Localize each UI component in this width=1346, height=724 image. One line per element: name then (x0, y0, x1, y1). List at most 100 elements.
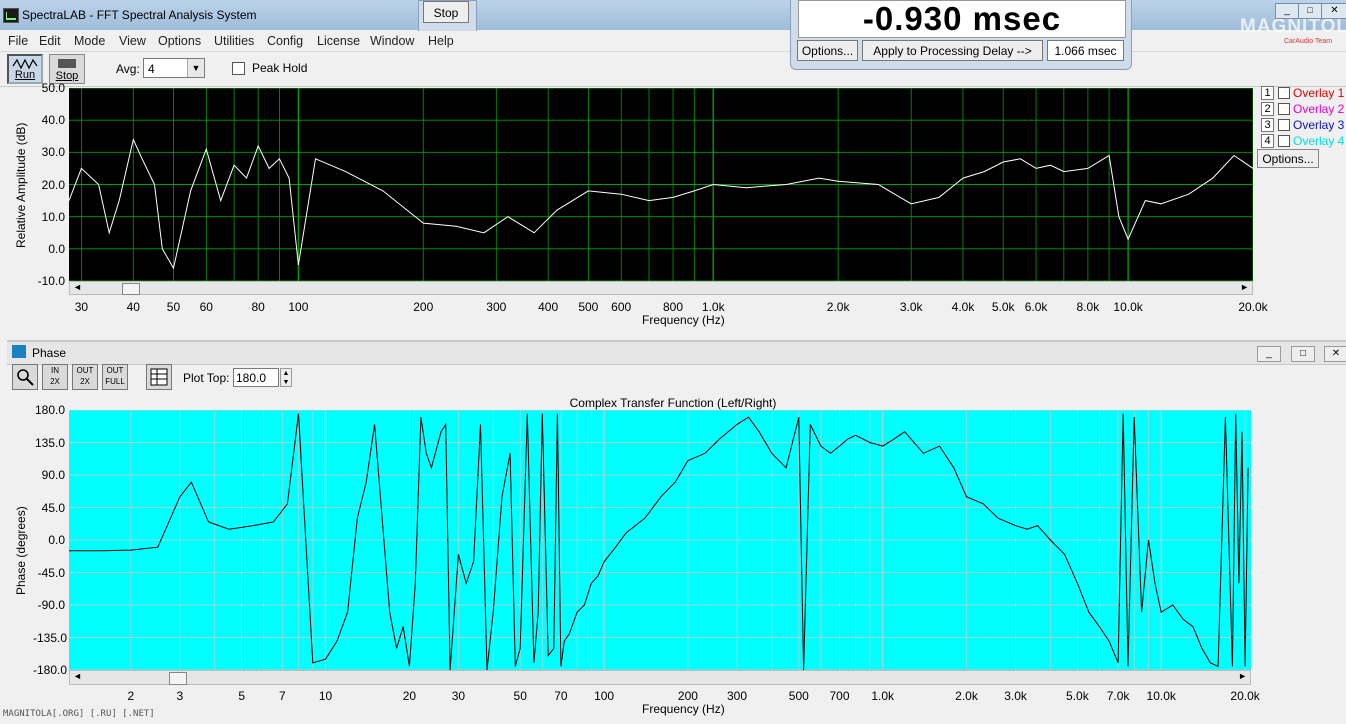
x-tick-label: 500 (788, 689, 809, 703)
menu-window[interactable]: Window (370, 34, 414, 48)
overlay-number[interactable]: 1 (1261, 86, 1274, 100)
scroll-thumb[interactable] (122, 283, 140, 295)
plot-top-input[interactable]: 180.0 (233, 368, 279, 387)
peak-hold-label: Peak Hold (252, 61, 308, 75)
y-tick-label: 10.0 (41, 209, 65, 224)
run-button[interactable]: Run (7, 54, 43, 84)
chevron-down-icon[interactable]: ▼ (187, 59, 204, 77)
x-tick-label: 70 (554, 689, 568, 703)
phase-scroll-left-icon[interactable]: ◄ (73, 671, 82, 681)
phase-scrollbar[interactable]: ◄ ► (69, 670, 1251, 685)
menu-file[interactable]: File (8, 34, 28, 48)
stop-icon (58, 59, 76, 68)
menu-mode[interactable]: Mode (74, 34, 105, 48)
y-tick-label: -45.0 (37, 565, 65, 580)
phase-y-label: Phase (degrees) (14, 506, 28, 595)
delay-options-button[interactable]: Options... (797, 40, 858, 61)
zoom-in-2x-icon[interactable]: IN 2X (42, 364, 68, 390)
x-tick-label: 80 (251, 300, 265, 314)
x-tick-label: 2.0k (826, 300, 850, 314)
x-tick-label: 7 (279, 689, 286, 703)
x-tick-label: 600 (611, 300, 632, 314)
phase-trace (69, 413, 1249, 670)
phase-maximize-button[interactable]: □ (1291, 346, 1315, 362)
x-tick-label: 800 (663, 300, 684, 314)
x-tick-label: 5.0k (991, 300, 1015, 314)
x-tick-label: 10.0k (1146, 689, 1176, 703)
close-button[interactable]: ✕ (1321, 3, 1346, 19)
overlay-checkbox[interactable] (1278, 87, 1290, 99)
processing-delay-field[interactable]: 1.066 msec (1047, 40, 1124, 61)
menu-view[interactable]: View (119, 34, 146, 48)
zoom-icon[interactable] (12, 364, 38, 390)
scroll-left-icon[interactable]: ◄ (73, 282, 82, 292)
peak-hold-checkbox[interactable] (232, 62, 245, 75)
y-tick-label: -135.0 (33, 630, 68, 645)
x-tick-label: 8.0k (1076, 300, 1100, 314)
y-tick-label: -10.0 (37, 274, 65, 288)
menu-edit[interactable]: Edit (39, 34, 61, 48)
x-tick-label: 100 (288, 300, 309, 314)
phase-window-icon (12, 345, 26, 358)
overlay-checkbox[interactable] (1278, 135, 1290, 147)
x-tick-label: 1.0k (871, 689, 894, 703)
y-tick-label: 0.0 (48, 241, 65, 256)
app-icon (3, 8, 19, 23)
main-toolbar: Run Stop Avg: 4 ▼ (0, 52, 1346, 87)
avg-label: Avg: (116, 62, 140, 76)
menu-help[interactable]: Help (428, 34, 454, 48)
scroll-right-icon[interactable]: ► (1240, 282, 1249, 292)
phase-window-title: Phase (32, 346, 67, 360)
phase-scroll-right-icon[interactable]: ► (1238, 671, 1247, 681)
overlay-number[interactable]: 3 (1261, 118, 1274, 132)
zoom-out-full-icon[interactable]: OUT FULL (102, 364, 128, 390)
apply-processing-delay-button[interactable]: Apply to Processing Delay --> (862, 40, 1043, 61)
menu-options[interactable]: Options (158, 34, 201, 48)
spectrum-scrollbar[interactable]: ◄ ► (69, 281, 1253, 295)
phase-x-label: Frequency (Hz) (642, 702, 725, 716)
avg-select[interactable]: 4 ▼ (143, 58, 205, 78)
phase-plot[interactable] (69, 410, 1251, 670)
x-tick-label: 400 (538, 300, 559, 314)
avg-value: 4 (148, 62, 155, 76)
table-icon[interactable] (146, 364, 172, 390)
x-tick-label: 4.0k (951, 300, 975, 314)
x-tick-label: 500 (578, 300, 599, 314)
menu-utilities[interactable]: Utilities (214, 34, 254, 48)
x-tick-label: 200 (677, 689, 698, 703)
phase-chart-title: Complex Transfer Function (Left/Right) (569, 396, 777, 410)
overlay-number[interactable]: 2 (1261, 102, 1274, 116)
y-tick-label: 90.0 (41, 468, 65, 482)
phase-scroll-thumb[interactable] (169, 672, 187, 685)
overlay-label: Overlay 3 (1293, 118, 1345, 132)
overlay-options-button[interactable]: Options... (1257, 149, 1319, 168)
x-tick-label: 3 (176, 689, 184, 703)
x-tick-label: 300 (726, 689, 748, 703)
x-tick-label: 300 (486, 300, 507, 314)
minimize-button[interactable]: _ (1275, 3, 1299, 19)
phase-minimize-button[interactable]: _ (1257, 346, 1281, 362)
stop-button[interactable]: Stop (49, 54, 85, 84)
menu-config[interactable]: Config (267, 34, 303, 48)
x-tick-label: 60 (199, 300, 213, 314)
menu-license[interactable]: License (317, 34, 360, 48)
stop-button-popup[interactable]: Stop (423, 1, 469, 23)
plot-top-spinner[interactable]: ▲ ▼ (280, 368, 292, 387)
maximize-button[interactable]: □ (1298, 3, 1322, 19)
phase-close-button[interactable]: ✕ (1324, 346, 1346, 362)
overlay-checkbox[interactable] (1278, 119, 1290, 131)
overlay-checkbox[interactable] (1278, 103, 1290, 115)
delay-readout: -0.930 msec (798, 0, 1126, 38)
x-tick-label: 5 (238, 689, 245, 703)
x-tick-label: 700 (829, 689, 850, 703)
y-tick-label: 45.0 (41, 500, 65, 515)
x-tick-label: 2.0k (955, 689, 978, 703)
x-tick-label: 3.0k (1004, 689, 1027, 703)
logo-subtext: CarAudio Team (1284, 38, 1333, 45)
overlay-number[interactable]: 4 (1261, 134, 1274, 148)
spectrum-plot[interactable] (69, 88, 1253, 281)
y-tick-label: -90.0 (37, 598, 65, 612)
spectrum-y-label: Relative Amplitude (dB) (14, 122, 28, 248)
zoom-out-2x-icon[interactable]: OUT 2X (72, 364, 98, 390)
y-tick-label: 40.0 (41, 113, 65, 128)
